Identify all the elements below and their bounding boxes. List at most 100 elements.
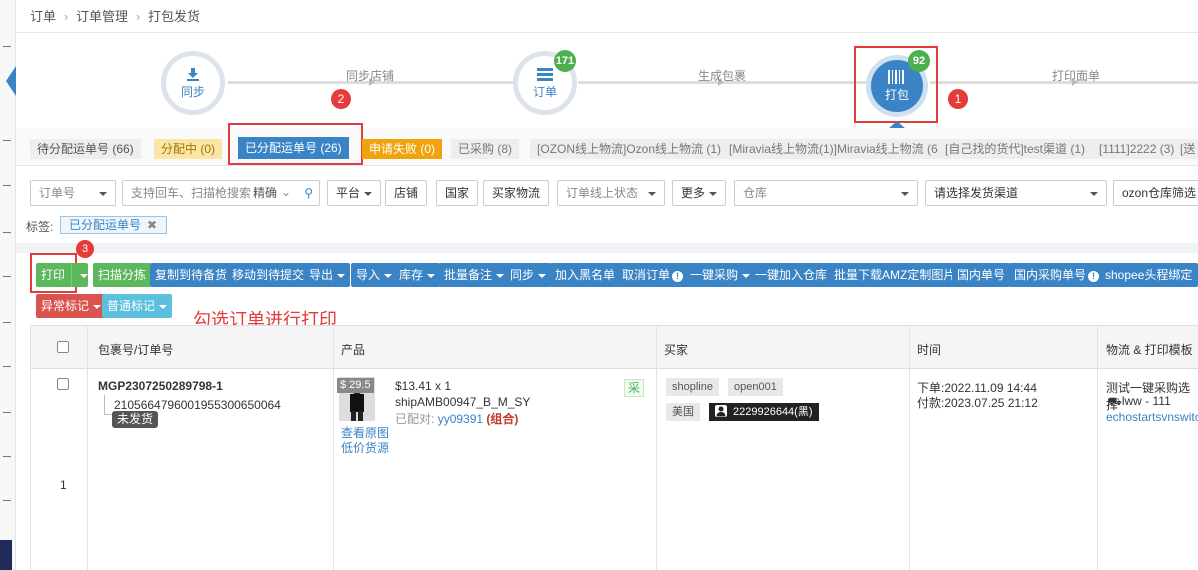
sidebar-collapse-handle[interactable] — [6, 66, 16, 96]
precise-select[interactable]: 精确 — [253, 181, 277, 205]
buyer-id-tag[interactable]: 2229926644(黑) — [709, 403, 819, 421]
price-quantity: $13.41 x 1 — [395, 379, 452, 393]
download-amz-images-button[interactable]: 批量下载AMZ定制图片 — [829, 263, 961, 287]
tab-miravia-logistics[interactable]: [Miravia线上物流(1)]Miravia线上物流 (6) — [722, 139, 949, 159]
warehouse-label: 仓库 — [743, 186, 768, 200]
download-icon — [186, 67, 200, 83]
channel-label: 请选择发货渠道 — [934, 186, 1019, 200]
sync-label: 同步 — [510, 268, 535, 282]
inventory-dropdown[interactable]: 库存 — [394, 263, 441, 287]
tab-assigning[interactable]: 分配中 (0) — [154, 139, 223, 159]
normal-mark-label: 普通标记 — [107, 299, 156, 313]
online-status-select[interactable]: 订单线上状态 — [557, 180, 665, 206]
tab-1111[interactable]: [1111]2222 (3) — [1092, 139, 1182, 159]
more-dropdown[interactable]: 更多 — [672, 180, 727, 206]
step-sync-label: 同步 — [180, 84, 205, 99]
tab-more[interactable]: [送 — [1176, 139, 1198, 159]
col-time: 时间 — [917, 343, 942, 357]
domestic-tracking-button[interactable]: 国内单号 — [952, 263, 1011, 287]
print-label: 打印 — [41, 268, 66, 282]
batch-note-dropdown[interactable]: 批量备注 — [439, 263, 510, 287]
exception-mark-dropdown[interactable]: 异常标记 — [36, 294, 107, 318]
package-number[interactable]: MGP2307250289798-1 — [98, 379, 223, 393]
step-sync[interactable]: 同步 — [161, 51, 225, 115]
logistics-sub: ⛟lww - 111 — [1108, 394, 1171, 410]
close-icon[interactable]: ✖ — [147, 217, 157, 233]
buyer-logistics-button[interactable]: 买家物流 — [483, 180, 550, 206]
export-label: 导出 — [309, 268, 334, 282]
step-pack-count: 92 — [908, 50, 930, 72]
channel-select[interactable]: 请选择发货渠道 — [925, 180, 1107, 206]
import-dropdown[interactable]: 导入 — [351, 263, 398, 287]
breadcrumb-order-management[interactable]: 订单管理 — [76, 9, 128, 24]
sync-dropdown[interactable]: 同步 — [505, 263, 552, 287]
annotation-3: 3 — [76, 240, 94, 258]
domestic-purchase-no-label: 国内采购单号 — [1014, 268, 1087, 282]
order-number[interactable]: 2105664796001955300650064 — [114, 398, 281, 412]
store-button[interactable]: 店铺 — [385, 180, 428, 206]
tab-apply-failed[interactable]: 申请失败 (0) — [362, 139, 443, 159]
breadcrumb-orders[interactable]: 订单 — [30, 9, 56, 24]
connector-print-label: 打印面单 — [1052, 69, 1101, 83]
search-icon[interactable]: ⚲ — [304, 181, 313, 205]
price-tag: $ 29.5 — [337, 378, 374, 393]
more-label: 更多 — [681, 186, 706, 200]
copy-to-prepare-button[interactable]: 复制到待备货 — [150, 263, 233, 287]
step-orders-label: 订单 — [532, 84, 557, 99]
tab-purchased[interactable]: 已采购 (8) — [451, 139, 520, 159]
row-checkbox[interactable] — [57, 378, 69, 390]
domestic-purchase-no-button[interactable]: 国内采购单号! — [1009, 263, 1105, 287]
buyer-country-tag: 美国 — [666, 403, 700, 421]
tab-unassigned[interactable]: 待分配运单号 (66) — [30, 139, 141, 159]
search-input[interactable]: 支持回车、扫描枪搜索 精确 ⌄ ⚲ — [122, 180, 320, 206]
breadcrumb-pack-ship: 打包发货 — [147, 9, 200, 24]
order-no-select[interactable]: 订单号 — [30, 180, 116, 206]
table-header — [30, 325, 1198, 369]
add-blacklist-button[interactable]: 加入黑名单 — [550, 263, 621, 287]
breadcrumb: 订单 › 订单管理 › 打包发货 — [30, 9, 200, 24]
shopee-binding-button[interactable]: shopee头程绑定 — [1100, 263, 1198, 287]
tag-filter-value: 已分配运单号 — [69, 218, 142, 232]
add-to-warehouse-button[interactable]: 一键加入仓库 — [750, 263, 833, 287]
ozon-warehouse-filter[interactable]: ozon仓库筛选 — [1113, 180, 1198, 206]
buyer-id: 2229926644(黑) — [733, 406, 813, 418]
cancel-order-button[interactable]: 取消订单! — [617, 263, 689, 287]
country-button[interactable]: 国家 — [436, 180, 479, 206]
export-dropdown[interactable]: 导出 — [304, 263, 351, 287]
print-template-link[interactable]: echostartsvnswitch — [1106, 410, 1198, 424]
annotation-1: 1 — [948, 89, 968, 109]
barcode-icon — [888, 69, 906, 86]
print-button[interactable]: 打印 — [36, 263, 89, 287]
col-logistics: 物流 & 打印模板 — [1106, 343, 1193, 357]
status-badge: 未发货 — [112, 411, 159, 428]
col-product: 产品 — [341, 343, 366, 357]
tab-ozon-logistics[interactable]: [OZON线上物流]Ozon线上物流 (1) — [530, 139, 729, 159]
one-click-purchase-label: 一键采购 — [690, 268, 739, 282]
search-placeholder: 支持回车、扫描枪搜索 — [131, 186, 252, 200]
logistics-sub-label: lww - 111 — [1121, 394, 1171, 408]
warehouse-select[interactable]: 仓库 — [734, 180, 918, 206]
left-sidebar — [0, 0, 16, 570]
purchase-badge[interactable]: 采 — [624, 379, 644, 397]
info-icon: ! — [1088, 271, 1100, 282]
tag-filter-label: 标签: — [26, 220, 54, 234]
tag-filter-chip: 已分配运单号 ✖ — [60, 216, 167, 234]
tab-assigned[interactable]: 已分配运单号 (26) — [238, 137, 349, 159]
col-package-order: 包裹号/订单号 — [98, 343, 174, 357]
select-all-checkbox[interactable] — [57, 341, 69, 353]
step-orders-count: 171 — [554, 50, 576, 72]
one-click-purchase-dropdown[interactable]: 一键采购 — [685, 263, 756, 287]
user-icon — [715, 405, 727, 418]
scan-sort-button[interactable]: 扫描分拣 — [93, 263, 152, 287]
info-icon: ! — [672, 271, 684, 282]
platform-dropdown[interactable]: 平台 — [327, 180, 382, 206]
col-buyer: 买家 — [664, 343, 689, 357]
move-to-submit-button[interactable]: 移动到待提交 — [227, 263, 310, 287]
normal-mark-dropdown[interactable]: 普通标记 — [102, 294, 173, 318]
buyer-store-tag: open001 — [728, 378, 783, 396]
tab-test-channel[interactable]: [自己找的货代]test渠道 (1) — [938, 139, 1093, 159]
order-no-select-label: 订单号 — [39, 186, 76, 200]
low-price-source-link[interactable]: 低价货源 — [341, 439, 389, 456]
matched-sku-link[interactable]: yy09391 — [438, 412, 483, 426]
online-status-label: 订单线上状态 — [566, 186, 639, 200]
